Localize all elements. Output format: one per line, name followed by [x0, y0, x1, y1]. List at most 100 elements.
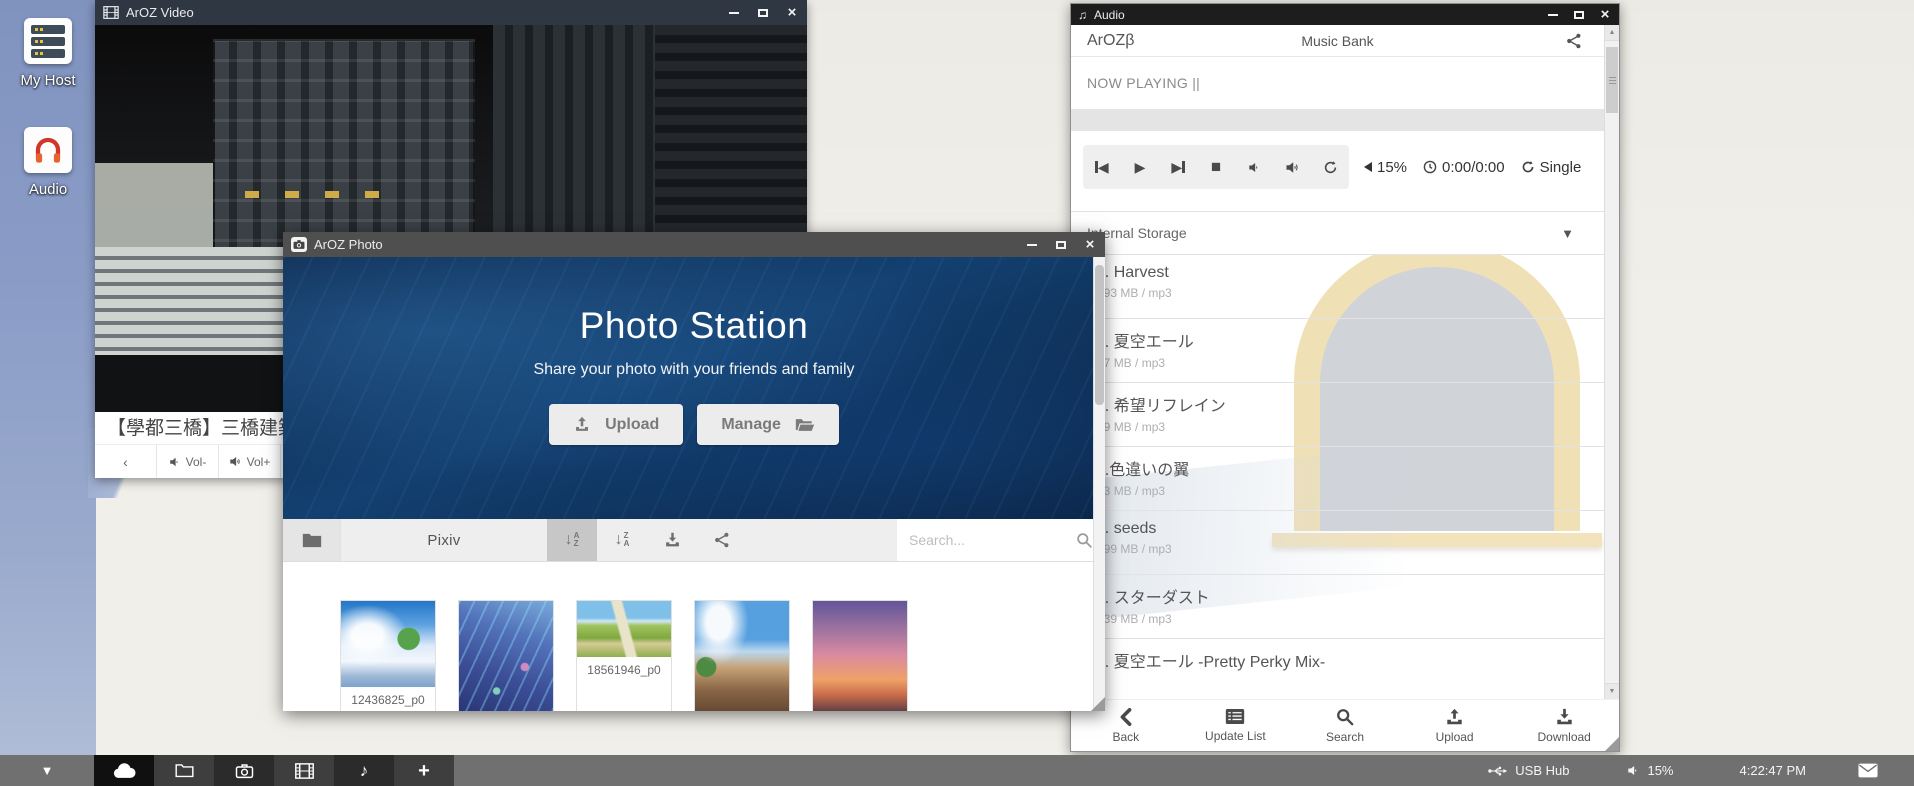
- taskbar-cloud-button[interactable]: [94, 755, 154, 786]
- thumbnail-image: [341, 601, 435, 687]
- progress-bar[interactable]: [1071, 109, 1604, 131]
- resize-handle[interactable]: [1091, 697, 1105, 711]
- nav-label: Back: [1112, 730, 1139, 744]
- video-window-titlebar[interactable]: ArOZ Video ×: [95, 0, 807, 25]
- volume-down-button[interactable]: Vol-: [157, 445, 219, 478]
- player-controls: ◀ ▶ ▶ ■: [1071, 131, 1604, 203]
- thumbnail-image: [459, 601, 553, 711]
- scroll-down-arrow[interactable]: ▼: [1605, 683, 1619, 699]
- scrollbar-thumb[interactable]: [1095, 265, 1104, 405]
- track-row[interactable]: 02. seeds 12.99 MB / mp3: [1071, 511, 1604, 575]
- video-back-button[interactable]: ‹: [95, 445, 157, 478]
- track-row[interactable]: 01. 夏空エール 9.37 MB / mp3: [1071, 319, 1604, 383]
- minimize-button[interactable]: [1025, 238, 1039, 252]
- track-row[interactable]: 02. 夏空エール -Pretty Perky Mix-: [1071, 639, 1604, 699]
- share-button[interactable]: [697, 519, 747, 561]
- taskbar-files-button[interactable]: [154, 755, 214, 786]
- photo-thumbnail[interactable]: [694, 600, 790, 711]
- resize-handle[interactable]: [1605, 737, 1619, 751]
- search-input[interactable]: [909, 532, 1076, 548]
- scrollbar-thumb[interactable]: [1606, 47, 1618, 113]
- camera-icon: [291, 237, 307, 252]
- nav-upload-button[interactable]: Upload: [1400, 700, 1510, 751]
- usb-hub-tray-item[interactable]: USB Hub: [1488, 763, 1569, 778]
- taskbar-menu-caret[interactable]: ▼: [0, 755, 94, 786]
- download-button[interactable]: [647, 519, 697, 561]
- manage-button[interactable]: Manage: [697, 404, 839, 445]
- sort-az-button[interactable]: ↓ A Z: [547, 519, 597, 561]
- nav-search-button[interactable]: Search: [1290, 700, 1400, 751]
- photo-thumbnail[interactable]: 18561946_p0: [576, 600, 672, 711]
- storage-dropdown[interactable]: Internal Storage ▼: [1071, 211, 1604, 255]
- maximize-button[interactable]: [1054, 238, 1068, 252]
- scrollbar[interactable]: [1093, 257, 1105, 711]
- taskbar-video-button[interactable]: [274, 755, 334, 786]
- search-icon: [1076, 532, 1093, 549]
- nav-label: Update List: [1205, 729, 1266, 743]
- music-bank-label: Music Bank: [1071, 33, 1604, 49]
- track-row[interactable]: 01. 希望リフレイン 9.09 MB / mp3: [1071, 383, 1604, 447]
- share-icon: [714, 532, 730, 548]
- previous-button[interactable]: ◀: [1083, 145, 1121, 189]
- minimize-button[interactable]: [1546, 8, 1560, 22]
- next-button[interactable]: ▶: [1159, 145, 1197, 189]
- stop-button[interactable]: ■: [1197, 145, 1235, 189]
- audio-header: ArOZβ Music Bank: [1071, 25, 1604, 57]
- close-button[interactable]: ×: [1083, 238, 1097, 252]
- maximize-button[interactable]: [756, 6, 770, 20]
- scrollbar[interactable]: ▲ ▼: [1604, 25, 1619, 699]
- repeat-button[interactable]: [1311, 145, 1349, 189]
- track-row[interactable]: 01. Harvest 10.93 MB / mp3: [1071, 255, 1604, 319]
- track-meta: 12.99 MB / mp3: [1087, 542, 1604, 556]
- clock-tray-item[interactable]: 4:22:47 PM: [1740, 763, 1807, 778]
- photo-station-subtitle: Share your photo with your friends and f…: [283, 361, 1105, 379]
- system-tray: USB Hub 15% 4:22:47 PM: [1488, 755, 1914, 786]
- taskbar-add-button[interactable]: +: [394, 755, 454, 786]
- refresh-icon: [1323, 160, 1338, 175]
- taskbar-music-button[interactable]: ♪: [334, 755, 394, 786]
- volume-up-button[interactable]: [1273, 145, 1311, 189]
- share-icon[interactable]: [1566, 33, 1582, 49]
- play-button[interactable]: ▶: [1121, 145, 1159, 189]
- nav-download-button[interactable]: Download: [1509, 700, 1619, 751]
- volume-up-button[interactable]: Vol+: [219, 445, 281, 478]
- desktop-icon-my-host[interactable]: My Host: [10, 18, 86, 89]
- thumbnail-image: [813, 601, 907, 711]
- track-meta: 10.93 MB / mp3: [1087, 286, 1604, 300]
- desktop-icon-audio[interactable]: Audio: [10, 127, 86, 198]
- maximize-button[interactable]: [1572, 8, 1586, 22]
- desktop-stage: My Host Audio ArO: [0, 0, 1914, 786]
- folder-button[interactable]: [283, 519, 341, 561]
- close-button[interactable]: ×: [1598, 8, 1612, 22]
- close-button[interactable]: ×: [785, 6, 799, 20]
- photo-thumbnail[interactable]: [458, 600, 554, 711]
- track-title: 02. seeds: [1087, 520, 1604, 538]
- scroll-up-arrow[interactable]: ▲: [1605, 25, 1619, 41]
- track-row[interactable]: 01.色違いの翼 9.63 MB / mp3: [1071, 447, 1604, 511]
- speaker-high-icon: [229, 455, 242, 468]
- time-value: 0:00/0:00: [1442, 159, 1505, 176]
- photo-station-title: Photo Station: [283, 257, 1105, 347]
- upload-icon: [573, 416, 591, 433]
- photo-thumbnail[interactable]: [812, 600, 908, 711]
- track-row[interactable]: 02. スターダスト 12.39 MB / mp3: [1071, 575, 1604, 639]
- track-meta: 12.39 MB / mp3: [1087, 612, 1604, 626]
- volume-down-button[interactable]: [1235, 145, 1273, 189]
- tray-clock: 4:22:47 PM: [1740, 763, 1807, 778]
- sort-za-button[interactable]: ↓ Z A: [597, 519, 647, 561]
- audio-window-titlebar[interactable]: ♫ Audio ×: [1071, 4, 1619, 25]
- taskbar-photo-button[interactable]: [214, 755, 274, 786]
- photo-thumbnail[interactable]: 12436825_p0: [340, 600, 436, 711]
- usb-hub-label: USB Hub: [1515, 763, 1569, 778]
- minimize-button[interactable]: [727, 6, 741, 20]
- folder-open-icon: [795, 417, 815, 433]
- volume-tray-item[interactable]: 15%: [1627, 763, 1673, 778]
- photo-window-titlebar[interactable]: ArOZ Photo ×: [283, 232, 1105, 257]
- upload-button[interactable]: Upload: [549, 404, 683, 445]
- upload-label: Upload: [605, 416, 659, 434]
- nav-update-list-button[interactable]: Update List: [1181, 700, 1291, 751]
- speaker-icon: [1627, 764, 1640, 777]
- now-playing-row: NOW PLAYING ||: [1071, 57, 1604, 109]
- thumbnail-image: [695, 601, 789, 711]
- messages-tray-item[interactable]: [1858, 763, 1878, 778]
